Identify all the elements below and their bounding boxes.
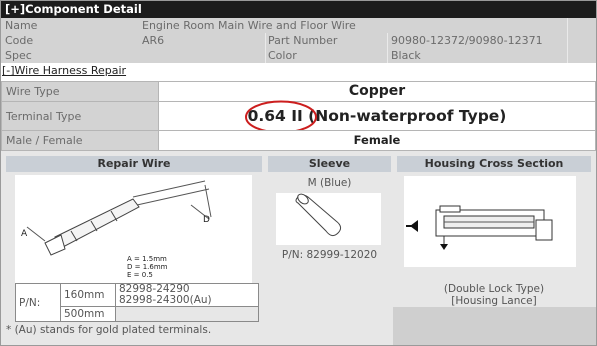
wire-type-label-cell: Wire Type <box>1 81 159 102</box>
housing-diagram <box>406 205 553 250</box>
wire-harness-repair-link[interactable]: [-]Wire Harness Repair <box>2 63 126 78</box>
housing-image <box>404 176 576 267</box>
length-500: 500mm <box>60 306 116 322</box>
dim-d-label: D <box>203 215 210 225</box>
title-bar[interactable]: [+]Component Detail <box>1 1 596 18</box>
sleeve-color: M (Blue) <box>307 177 352 189</box>
part-number-table: P/N: 160mm 82998-24290 82998-24300(Au) 5… <box>15 283 259 322</box>
terminal-type-label-cell: Terminal Type <box>1 101 159 131</box>
terminal-type-value: 0.64 II (Non-waterproof Type) <box>158 101 596 131</box>
color-value: Black <box>391 49 421 62</box>
repair-link-row: [-]Wire Harness Repair <box>1 63 596 78</box>
pn-label: P/N: <box>15 283 61 322</box>
part-number-value: 90980-12372/90980-12371 <box>391 34 543 47</box>
housing-header: Housing Cross Section <box>397 156 591 172</box>
male-female-label-cell: Male / Female <box>1 130 159 151</box>
pn-values-500 <box>115 306 259 322</box>
gold-plating-footnote: * (Au) stands for gold plated terminals. <box>6 324 212 336</box>
component-detail-panel: [+]Component Detail Name Engine Room Mai… <box>0 0 597 346</box>
color-label: Color <box>268 49 297 62</box>
code-value: AR6 <box>142 34 165 47</box>
dimension-notes: A = 1.5mm D = 1.6mm E = 0.5 <box>127 255 168 279</box>
sleeve-pn: P/N: 82999-12020 <box>281 249 378 261</box>
part-number-label: Part Number <box>268 34 338 47</box>
name-row: Name Engine Room Main Wire and Floor Wir… <box>1 18 596 33</box>
male-female-value: Female <box>158 130 596 151</box>
repair-wire-image: A D A = 1.5mm D = 1.6mm E = 0.5 <box>15 175 252 287</box>
name-label: Name <box>5 19 38 32</box>
dim-a-label: A <box>21 229 28 239</box>
panel-title[interactable]: [+]Component Detail <box>5 2 142 17</box>
name-value: Engine Room Main Wire and Floor Wire <box>142 19 356 32</box>
spec-row: Spec Color Black <box>1 48 596 63</box>
repair-wire-header: Repair Wire <box>6 156 262 172</box>
sleeve-image <box>276 193 381 245</box>
sleeve-header: Sleeve <box>268 156 391 172</box>
pn-values-160: 82998-24290 82998-24300(Au) <box>115 283 259 307</box>
housing-caption: (Double Lock Type) [Housing Lance] <box>443 283 545 307</box>
spec-label: Spec <box>5 49 32 62</box>
wire-type-value: Copper <box>158 81 596 102</box>
length-160: 160mm <box>60 283 116 307</box>
housing-footer-shade <box>393 307 596 345</box>
sleeve-diagram <box>295 193 342 237</box>
code-label: Code <box>5 34 34 47</box>
code-row: Code AR6 Part Number 90980-12372/90980-1… <box>1 33 596 48</box>
